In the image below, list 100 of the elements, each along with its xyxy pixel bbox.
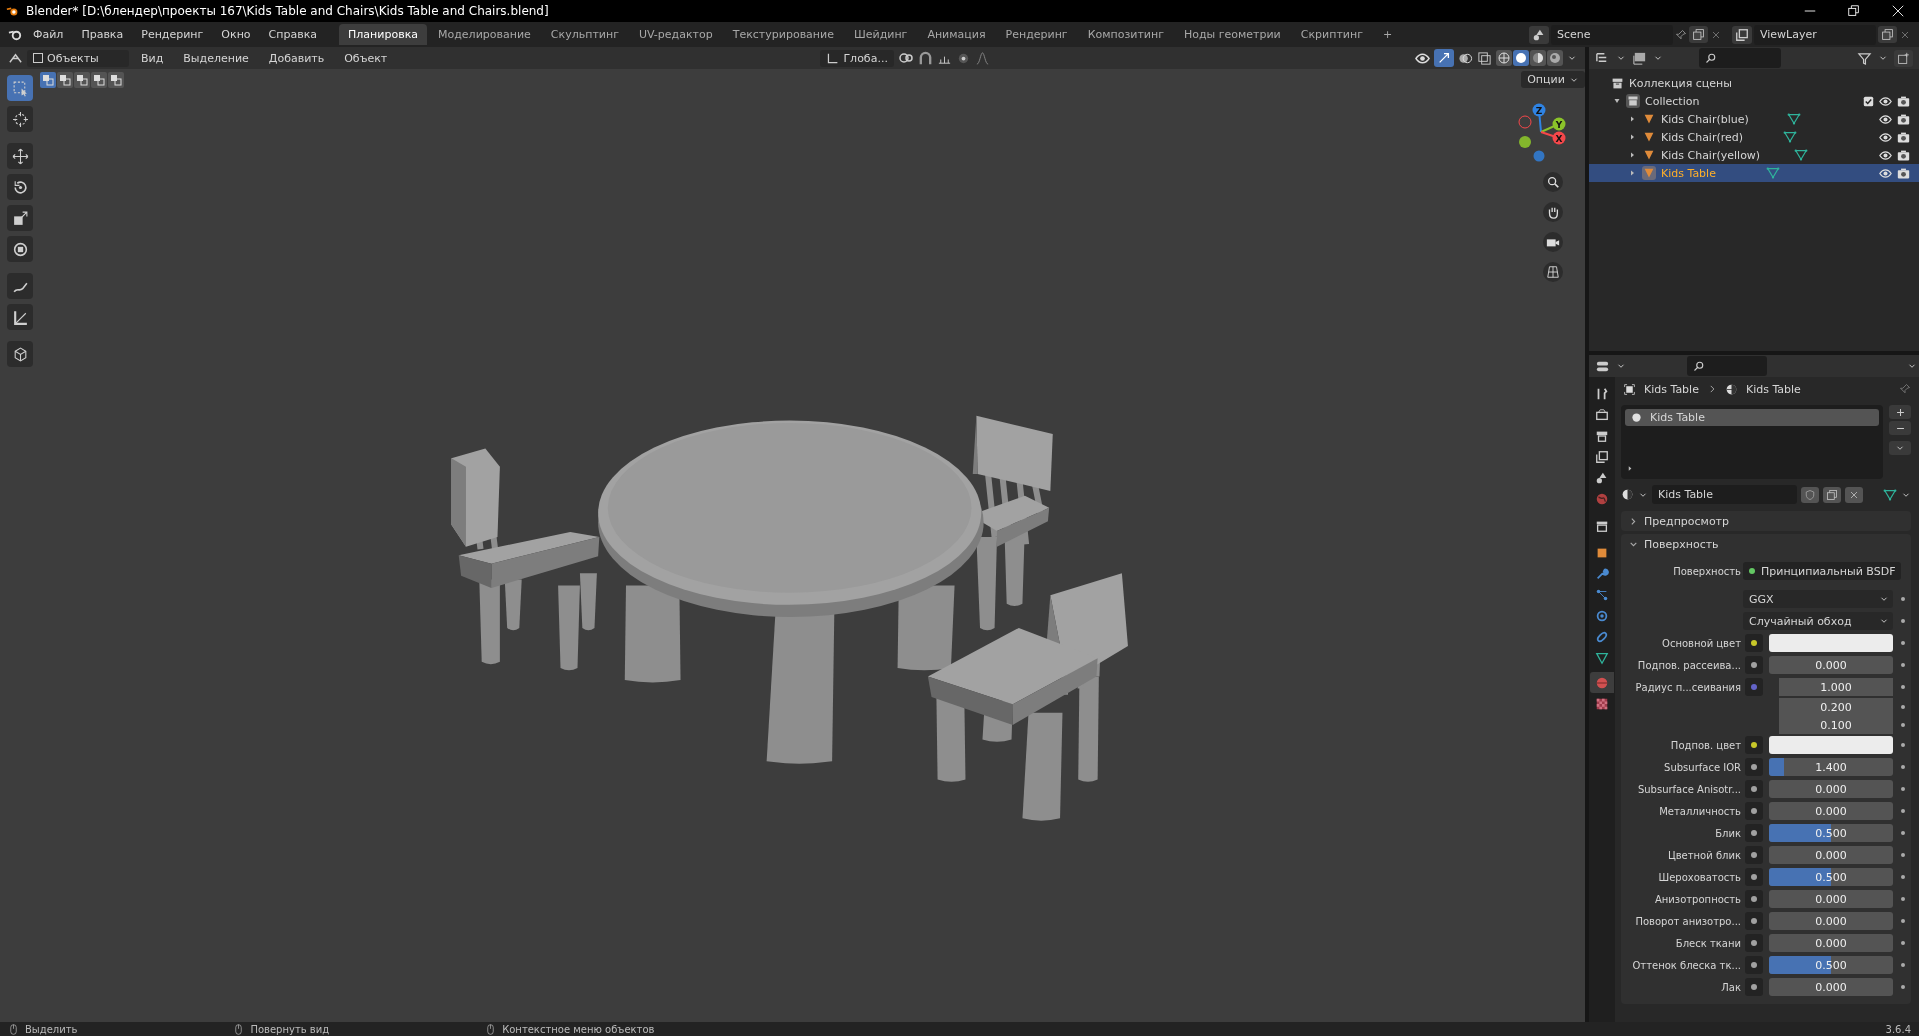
socket-button[interactable]	[1745, 978, 1763, 996]
keyframe-dot[interactable]	[1901, 963, 1905, 967]
mesh-data-icon[interactable]	[1794, 148, 1809, 162]
expand-arrow-icon[interactable]	[1627, 465, 1634, 472]
pivot-icon[interactable]	[897, 50, 914, 66]
outliner-row[interactable]: Kids Chair(yellow)	[1589, 146, 1919, 164]
material-name-field[interactable]: Kids Table	[1652, 485, 1797, 504]
select-mode-button[interactable]	[91, 72, 107, 88]
scene-field[interactable]: Scene	[1551, 24, 1673, 45]
socket-button[interactable]	[1745, 656, 1763, 674]
keyframe-dot[interactable]	[1901, 597, 1905, 601]
cube-icon[interactable]	[7, 341, 33, 367]
tree-item[interactable]: Collection	[1645, 94, 1700, 108]
material-slot[interactable]: Kids Table	[1625, 409, 1879, 426]
socket-button[interactable]	[1745, 824, 1763, 842]
orientation-dropdown[interactable]: Глоба...	[820, 49, 894, 67]
keyframe-dot[interactable]	[1901, 743, 1905, 747]
socket-button[interactable]	[1745, 846, 1763, 864]
workspace-tab[interactable]: Рендеринг	[996, 24, 1077, 45]
copy-icon[interactable]	[1692, 28, 1705, 41]
magnet-icon[interactable]	[917, 50, 933, 66]
number-field[interactable]: 0.000	[1769, 890, 1893, 908]
keyframe-dot[interactable]	[1901, 705, 1905, 709]
copy-icon[interactable]	[1881, 28, 1894, 41]
solid-sphere-icon[interactable]	[1513, 50, 1529, 66]
keyframe-dot[interactable]	[1901, 809, 1905, 813]
xray-icon[interactable]	[1477, 50, 1492, 66]
workspace-tab[interactable]: Анимация	[918, 24, 995, 45]
workspace-tab[interactable]: Моделирование	[429, 24, 540, 45]
outliner-row[interactable]: Kids Chair(blue)	[1589, 110, 1919, 128]
number-field[interactable]: 0.000	[1769, 656, 1893, 674]
select-box-icon[interactable]	[7, 75, 33, 101]
add-workspace-button[interactable]: +	[1373, 24, 1402, 45]
material-icon[interactable]	[1621, 488, 1634, 501]
zoom-icon[interactable]	[1546, 175, 1560, 189]
workspace-tab[interactable]: Ноды геометрии	[1174, 24, 1290, 45]
workspace-tab[interactable]: Скульптинг	[541, 24, 628, 45]
socket-button[interactable]	[1745, 736, 1763, 754]
dropdown[interactable]: GGX	[1743, 590, 1893, 608]
number-field[interactable]: 0.000	[1769, 912, 1893, 930]
workspace-tab[interactable]: UV-редактор	[629, 24, 722, 45]
menu-item[interactable]: Объект	[336, 48, 396, 68]
number-field[interactable]: 0.000	[1769, 780, 1893, 798]
dropdown[interactable]: Случайный обход	[1743, 612, 1893, 630]
outliner-row[interactable]: Kids Chair(red)	[1589, 128, 1919, 146]
rotate-icon[interactable]	[7, 174, 33, 200]
keyframe-dot[interactable]	[1901, 985, 1905, 989]
outliner-row[interactable]: Kids Table	[1589, 164, 1919, 182]
workspace-tab[interactable]: Планировка	[339, 24, 427, 45]
number-field[interactable]: 0.200	[1779, 698, 1893, 716]
ruler-icon[interactable]	[7, 304, 33, 330]
keyframe-dot[interactable]	[1901, 663, 1905, 667]
shaded-sphere-icon[interactable]	[1547, 50, 1563, 66]
menu-item[interactable]: Окно	[213, 25, 259, 44]
number-field[interactable]: 0.000	[1769, 846, 1893, 864]
keyframe-dot[interactable]	[1901, 897, 1905, 901]
keyframe-dot[interactable]	[1901, 831, 1905, 835]
number-field[interactable]: 0.000	[1769, 978, 1893, 996]
socket-button[interactable]	[1745, 758, 1763, 776]
keyframe-dot[interactable]	[1901, 853, 1905, 857]
move-icon[interactable]	[7, 143, 33, 169]
keyframe-dot[interactable]	[1901, 619, 1905, 623]
tree-item[interactable]: Коллекция сцены	[1629, 76, 1732, 90]
menu-item[interactable]: Правка	[73, 25, 132, 44]
workspace-tab[interactable]: Шейдинг	[844, 24, 917, 45]
expand-arrow-icon[interactable]	[1613, 97, 1621, 105]
grid-icon[interactable]	[1546, 265, 1560, 279]
color-swatch[interactable]	[1769, 736, 1893, 754]
chevron-right-icon[interactable]	[1629, 516, 1638, 526]
checkbox-icon[interactable]	[1863, 95, 1874, 107]
half-sphere-icon[interactable]	[1530, 50, 1546, 66]
socket-button[interactable]	[1745, 890, 1763, 908]
transform-icon[interactable]	[7, 236, 33, 262]
eye-icon[interactable]	[1879, 166, 1892, 180]
menu-item[interactable]: Файл	[25, 25, 72, 44]
restore-icon[interactable]	[1847, 4, 1861, 18]
view-layer-field[interactable]: ViewLayer	[1754, 24, 1876, 45]
workspace-tab[interactable]: Скриптинг	[1291, 24, 1372, 45]
panel-header[interactable]: Предпросмотр	[1621, 511, 1911, 531]
search-field[interactable]	[1687, 356, 1767, 376]
number-field[interactable]: 0.100	[1779, 716, 1893, 734]
select-mode-button[interactable]	[40, 72, 56, 88]
menu-item[interactable]: Рендеринг	[133, 25, 212, 44]
mesh-data-icon[interactable]	[1783, 130, 1798, 144]
number-field[interactable]: 0.500	[1769, 868, 1893, 886]
menu-item[interactable]: Справка	[260, 25, 326, 44]
socket-button[interactable]	[1745, 956, 1763, 974]
menu-item[interactable]: Вид	[133, 48, 172, 68]
options-dropdown[interactable]: Опции	[1521, 71, 1585, 88]
color-swatch[interactable]	[1769, 634, 1893, 652]
socket-button[interactable]	[1745, 634, 1763, 652]
keyframe-dot[interactable]	[1901, 941, 1905, 945]
pin-icon[interactable]	[1675, 28, 1687, 41]
scene-icon[interactable]	[1532, 27, 1546, 42]
number-field[interactable]: 0.000	[1769, 934, 1893, 952]
panel-header[interactable]: Поверхность	[1621, 534, 1911, 554]
gizmo-arrow-icon[interactable]	[1437, 51, 1451, 65]
keyframe-dot[interactable]	[1901, 685, 1905, 689]
eye-icon[interactable]	[1879, 130, 1892, 144]
plus-icon[interactable]	[1894, 406, 1906, 418]
